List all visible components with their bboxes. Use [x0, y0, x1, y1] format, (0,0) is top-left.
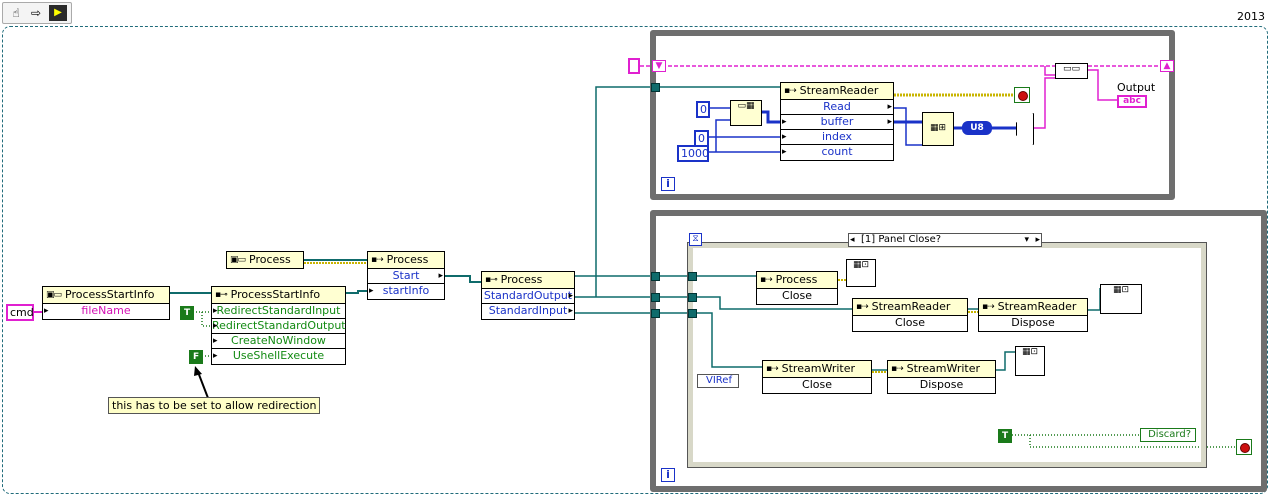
shift-register-right: ▲ [1160, 60, 1174, 72]
array-subset-icon[interactable]: ▦⊞ [922, 112, 954, 146]
buffer-terminal[interactable]: buffer [781, 115, 893, 130]
process-constant[interactable]: ▣▭ Process [226, 251, 304, 269]
u8-conversion[interactable]: U8 [962, 121, 992, 135]
process-close-node[interactable]: ▪⇢ Process Close [756, 271, 838, 305]
close-reference-icon[interactable]: ▦⊡ [846, 259, 876, 287]
streamwriter-close-node[interactable]: ▪⇢ StreamWriter Close [762, 360, 872, 394]
initialize-array-icon[interactable]: ▭▦ [730, 100, 762, 126]
startinfo-terminal[interactable]: startInfo [368, 284, 444, 299]
node-title: Process [386, 253, 429, 266]
constructor-icon: ▣▭ [46, 290, 62, 300]
node-title: Process [500, 273, 543, 286]
output-indicator[interactable]: abc [1117, 95, 1147, 108]
invoke-icon: ▪⇢ [982, 302, 995, 312]
event-tunnel-input [688, 309, 697, 318]
upper-while-loop[interactable] [650, 30, 1175, 200]
invoke-icon: ▪⇢ [856, 302, 869, 312]
class-icon: ▣▭ [230, 255, 246, 265]
close-method[interactable]: Close [853, 316, 967, 331]
streamreader-dispose-node[interactable]: ▪⇢ StreamReader Dispose [978, 298, 1088, 332]
invoke-icon: ▪⇢ [891, 364, 904, 374]
filename-terminal[interactable]: fileName [43, 304, 169, 319]
index-terminal[interactable]: index [781, 130, 893, 145]
invoke-icon: ▪⇢ [760, 275, 773, 285]
discard-label: Discard? [1148, 429, 1191, 440]
case-selector-label: [1] Panel Close? [861, 234, 942, 245]
lower-loop-tunnel-input [651, 309, 660, 318]
invoke-icon: ▪⇢ [371, 255, 384, 265]
close-reference-icon[interactable]: ▦⊡ [1100, 284, 1142, 314]
processstartinfo-property-node[interactable]: ▪⊸ProcessStartInfo RedirectStandardInput… [211, 286, 346, 365]
streamreader-invoke-node[interactable]: ▪⇢StreamReader Read buffer index count [780, 82, 894, 161]
node-title: ProcessStartInfo [230, 288, 321, 301]
close-reference-icon[interactable]: ▦⊡ [1015, 346, 1045, 376]
event-timeout-icon[interactable]: ⧖ [689, 233, 702, 246]
node-title: ProcessStartInfo [65, 288, 155, 301]
upper-loop-refnum-tunnel [651, 83, 660, 92]
property-icon: ▪⊸ [485, 275, 498, 285]
streamreader-close-node[interactable]: ▪⇢ StreamReader Close [852, 298, 968, 332]
zero-constant[interactable]: 0 [696, 101, 710, 118]
node-title: StreamReader [871, 300, 951, 313]
upper-loop-stop-terminal[interactable] [1014, 87, 1030, 103]
node-title: StreamReader [799, 84, 879, 97]
count-terminal[interactable]: count [781, 145, 893, 160]
invoke-icon: ▪⇢ [784, 86, 797, 96]
streamwriter-dispose-node[interactable]: ▪⇢ StreamWriter Dispose [887, 360, 996, 394]
standardinput-terminal[interactable]: StandardInput [482, 304, 574, 319]
dispose-method[interactable]: Dispose [888, 378, 995, 393]
process-invoke-node[interactable]: ▪⇢Process Start startInfo [367, 251, 445, 300]
empty-string-constant[interactable] [628, 58, 640, 74]
output-label: Output [1117, 81, 1156, 94]
start-method[interactable]: Start [368, 269, 444, 284]
dispose-method[interactable]: Dispose [979, 316, 1087, 331]
createnowindow-terminal[interactable]: CreateNoWindow [212, 334, 345, 349]
node-title: StreamWriter [906, 362, 981, 375]
read-method[interactable]: Read [781, 100, 893, 115]
lower-loop-stop-terminal[interactable] [1236, 439, 1252, 455]
prev-case-icon[interactable]: ◂ [850, 234, 855, 246]
discard-terminal[interactable]: Discard? [1140, 428, 1196, 442]
property-icon: ▪⊸ [215, 290, 228, 300]
node-title: Process [775, 273, 818, 286]
discard-true-constant[interactable]: T [998, 429, 1013, 443]
event-case-selector[interactable]: ◂ [1] Panel Close? ▾ ▸ [848, 233, 1042, 247]
standardoutput-terminal[interactable]: StandardOutput [482, 289, 574, 304]
false-constant[interactable]: F [189, 350, 204, 364]
close-method[interactable]: Close [757, 289, 837, 304]
redirectstandardoutput-terminal[interactable]: RedirectStandardOutput [212, 319, 346, 334]
upper-loop-iteration-terminal: i [661, 177, 675, 191]
lower-loop-tunnel-output [651, 293, 660, 302]
close-method[interactable]: Close [763, 378, 871, 393]
event-tunnel-process [688, 272, 697, 281]
viref-label: VIRef [706, 375, 732, 386]
dropdown-icon[interactable]: ▾ [1024, 234, 1029, 246]
node-title: StreamReader [997, 300, 1077, 313]
node-title: StreamWriter [781, 362, 856, 375]
comment-label: this has to be set to allow redirection [108, 397, 321, 414]
concatenate-strings-icon[interactable]: ▭▭ [1055, 63, 1088, 79]
processstartinfo-constructor[interactable]: ▣▭ProcessStartInfo fileName [42, 286, 170, 320]
event-tunnel-output [688, 293, 697, 302]
viref-terminal[interactable]: VIRef [697, 374, 739, 388]
useshellexecute-terminal[interactable]: UseShellExecute [212, 349, 345, 364]
lower-loop-iteration-terminal: i [661, 468, 675, 482]
invoke-icon: ▪⇢ [766, 364, 779, 374]
process-property-node[interactable]: ▪⊸Process StandardOutput StandardInput [481, 271, 575, 320]
lower-loop-tunnel-process [651, 272, 660, 281]
count-constant[interactable]: 1000 [677, 145, 709, 162]
cmd-constant[interactable]: cmd [6, 304, 34, 321]
true-constant[interactable]: T [180, 306, 195, 320]
redirectstandardinput-terminal[interactable]: RedirectStandardInput [212, 304, 345, 319]
node-title: Process [249, 253, 291, 266]
shift-register-left: ▼ [652, 60, 666, 72]
next-case-icon[interactable]: ▸ [1035, 234, 1040, 246]
